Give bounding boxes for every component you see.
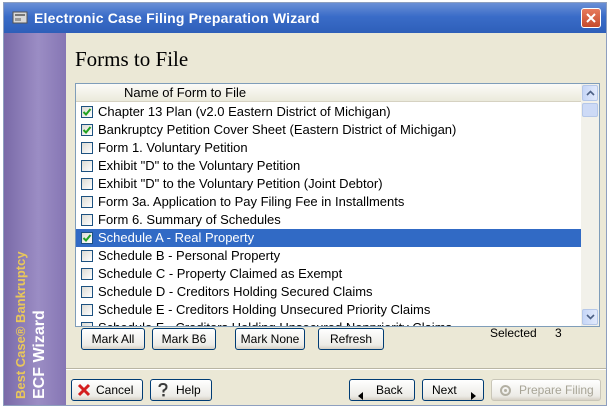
close-button[interactable] [581,8,601,28]
selected-label: Selected [490,326,537,340]
cancel-label: Cancel [96,383,134,397]
chevron-down-icon [586,314,595,320]
list-item[interactable]: Form 6. Summary of Schedules [76,211,581,229]
form-name: Form 1. Voluntary Petition [98,140,248,155]
forms-listbox[interactable]: Name of Form to File Chapter 13 Plan (v2… [75,83,600,327]
wizard-window: Electronic Case Filing Preparation Wizar… [3,2,607,406]
list-item[interactable]: Exhibit "D" to the Voluntary Petition [76,157,581,175]
next-label: Next [432,383,457,397]
wizard-content: Forms to File Name of Form to File Chapt… [66,33,606,405]
cancel-x-icon [77,383,91,403]
form-name: Bankruptcy Petition Cover Sheet (Eastern… [98,122,457,137]
list-item[interactable]: Form 3a. Application to Pay Filing Fee i… [76,193,581,211]
form-checkbox[interactable] [81,124,93,136]
scroll-down-button[interactable] [582,309,598,325]
form-name: Chapter 13 Plan (v2.0 Eastern District o… [98,104,391,119]
form-checkbox[interactable] [81,268,93,280]
checkmark-icon [82,234,92,242]
vertical-scrollbar[interactable] [581,84,599,326]
checkmark-icon [82,108,92,116]
form-checkbox[interactable] [81,304,93,316]
list-item[interactable]: Schedule D - Creditors Holding Secured C… [76,283,581,301]
checkmark-icon [82,126,92,134]
list-item[interactable]: Schedule C - Property Claimed as Exempt [76,265,581,283]
page-title: Forms to File [75,47,189,71]
sidebar-product: ECF Wizard [31,310,48,399]
form-name: Schedule E - Creditors Holding Unsecured… [98,302,431,317]
list-item[interactable]: Schedule E - Creditors Holding Unsecured… [76,301,581,319]
prepare-filing-button[interactable]: Prepare Filing [491,379,601,401]
footer-divider [66,368,606,370]
form-checkbox[interactable] [81,196,93,208]
window-title: Electronic Case Filing Preparation Wizar… [34,10,320,26]
form-checkbox[interactable] [81,142,93,154]
form-name: Schedule A - Real Property [98,230,255,245]
list-item[interactable]: Exhibit "D" to the Voluntary Petition (J… [76,175,581,193]
forms-rows: Chapter 13 Plan (v2.0 Eastern District o… [76,103,581,326]
back-button[interactable]: Back [349,379,415,401]
form-checkbox[interactable] [81,232,93,244]
form-checkbox[interactable] [81,286,93,298]
help-button[interactable]: Help [150,379,212,401]
form-checkbox[interactable] [81,250,93,262]
list-item[interactable]: Schedule B - Personal Property [76,247,581,265]
next-arrow-icon [470,386,476,406]
help-label: Help [176,383,201,397]
cancel-button[interactable]: Cancel [71,379,143,401]
prepare-filing-label: Prepare Filing [519,383,594,397]
list-item[interactable]: Bankruptcy Petition Cover Sheet (Eastern… [76,121,581,139]
close-icon [586,13,596,23]
list-item[interactable]: Schedule A - Real Property [76,229,581,247]
title-bar[interactable]: Electronic Case Filing Preparation Wizar… [4,3,606,33]
list-item[interactable]: Form 1. Voluntary Petition [76,139,581,157]
back-arrow-icon [358,386,364,406]
scroll-up-button[interactable] [582,85,598,101]
form-name: Form 6. Summary of Schedules [98,212,281,227]
mark-none-button[interactable]: Mark None [235,328,305,350]
selected-count: 3 [555,326,562,340]
form-name: Schedule D - Creditors Holding Secured C… [98,284,373,299]
column-header[interactable]: Name of Form to File [76,84,581,102]
prepare-gear-icon [498,383,513,404]
form-name: Form 3a. Application to Pay Filing Fee i… [98,194,405,209]
list-item[interactable]: Chapter 13 Plan (v2.0 Eastern District o… [76,103,581,121]
next-button[interactable]: Next [422,379,484,401]
form-name: Schedule C - Property Claimed as Exempt [98,266,343,281]
form-checkbox[interactable] [81,214,93,226]
help-question-icon [157,382,169,404]
column-header-label: Name of Form to File [124,85,247,100]
form-name: Exhibit "D" to the Voluntary Petition (J… [98,176,383,191]
form-name: Schedule B - Personal Property [98,248,281,263]
form-name: Schedule F - Creditors Holding Unsecured… [98,320,452,326]
scroll-thumb[interactable] [582,103,598,117]
form-checkbox[interactable] [81,178,93,190]
mark-b6-button[interactable]: Mark B6 [152,328,216,350]
back-label: Back [376,383,403,397]
refresh-button[interactable]: Refresh [318,328,384,350]
chevron-up-icon [586,90,595,96]
app-icon [12,10,28,25]
mark-all-button[interactable]: Mark All [81,328,145,350]
form-checkbox[interactable] [81,322,93,326]
sidebar-brand: Best Case® Bankruptcy [13,251,28,399]
form-name: Exhibit "D" to the Voluntary Petition [98,158,301,173]
wizard-sidebar: Best Case® Bankruptcy ECF Wizard [4,33,66,405]
form-checkbox[interactable] [81,106,93,118]
form-checkbox[interactable] [81,160,93,172]
